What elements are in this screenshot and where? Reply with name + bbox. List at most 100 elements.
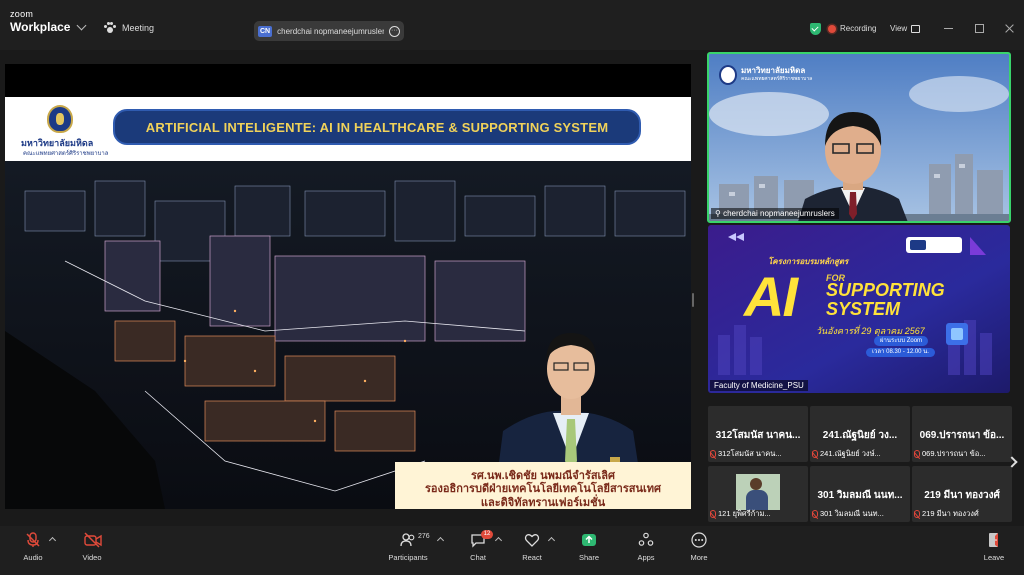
close-icon[interactable]	[1005, 24, 1014, 33]
active-speaker-name: cherdchai nopmaneejumruslers'	[277, 26, 384, 36]
mic-muted-icon	[914, 510, 920, 518]
participant-display-name: 301 วิมลมณี นนท...	[817, 490, 903, 501]
participant-name-label: Faculty of Medicine_PSU	[710, 380, 808, 391]
apps-icon	[638, 532, 654, 548]
chat-unread-badge: 12	[481, 530, 493, 539]
promo-ai-text: AI	[744, 265, 798, 328]
split-view-handle[interactable]	[692, 293, 694, 307]
more-label: More	[690, 553, 708, 562]
view-label: View	[890, 24, 908, 33]
mic-muted-icon	[812, 510, 818, 518]
chat-button[interactable]: Chat	[453, 532, 503, 562]
caption-position-cont: และดิจิทัลทรานเฟอร์เมชั่น	[480, 496, 606, 509]
slide-title: ARTIFICIAL INTELIGENTE: AI IN HEALTHCARE…	[113, 109, 641, 145]
participant-label: 301 วิมลมณี นนท...	[812, 508, 884, 520]
mic-muted-icon	[914, 450, 920, 458]
audio-label: Audio	[23, 553, 43, 562]
audio-button[interactable]: Audio	[8, 532, 58, 562]
participant-display-name: 069.ปรารถนา ข้อ...	[919, 430, 1005, 441]
record-dot-icon	[828, 24, 836, 33]
heart-react-icon	[524, 532, 540, 548]
caption-position: รองอธิการบดีฝ่ายเทคโนโลยีเทคโนโลยีสารสนเ…	[425, 483, 661, 496]
leave-button[interactable]: Leave	[969, 532, 1019, 562]
apps-label: Apps	[637, 553, 655, 562]
presenter-caption: รศ.นพ.เชิดชัย นพมณีจำรัสเลิศ รองอธิการบด…	[395, 462, 691, 509]
top-bar: zoom Workplace Meeting CN cherdchai nopm…	[0, 0, 1024, 50]
view-button[interactable]: View	[890, 24, 921, 33]
participant-tile[interactable]: 121 ยุพิศรีก้าม...	[708, 466, 808, 522]
participant-display-name: 312โสมนัส นาคน...	[715, 430, 801, 441]
mahidol-seal-icon	[47, 105, 73, 133]
participants-label: Participants	[388, 553, 428, 562]
more-options-icon[interactable]: ···	[389, 25, 400, 37]
promo-platform-pill: ผ่านระบบ Zoom	[874, 336, 929, 346]
promo-line2: SYSTEM	[826, 299, 901, 319]
meeting-toolbar: Audio Video Participants 276 Chat 12 Rea…	[0, 526, 1024, 575]
participant-label: 069.ปรารถนา ข้อ...	[914, 448, 985, 460]
participant-tile[interactable]: 241.ณัฐนิยย์ วง... 241.ณัฐนิยย์ วงษ์...	[810, 406, 910, 462]
caption-name: รศ.นพ.เชิดชัย นพมณีจำรัสเลิศ	[470, 470, 616, 483]
more-button[interactable]: More	[674, 532, 724, 562]
more-dots-icon	[691, 532, 707, 548]
leave-door-icon	[986, 532, 1002, 548]
video-button[interactable]: Video	[67, 532, 117, 562]
pin-icon: ⚲	[715, 209, 724, 218]
participant-tile[interactable]: 301 วิมลมณี นนท... 301 วิมลมณี นนท...	[810, 466, 910, 522]
participant-label: 312โสมนัส นาคน...	[710, 448, 782, 460]
participant-tile[interactable]: 312โสมนัส นาคน... 312โสมนัส นาคน...	[708, 406, 808, 462]
react-button[interactable]: React	[507, 532, 557, 562]
maximize-icon[interactable]	[975, 24, 984, 33]
promo-line1: SUPPORTING	[826, 280, 945, 300]
brand-small-text: zoom	[10, 9, 34, 19]
speaker-initials-badge: CN	[258, 25, 273, 37]
participants-count: 276	[418, 533, 430, 540]
participant-label: 121 ยุพิศรีก้าม...	[710, 508, 771, 520]
speaker-bg-logo-sub: คณะแพทยศาสตร์ศิริราชพยาบาล	[741, 76, 813, 82]
participant-display-name: 219 มีนา ทองวงศ์	[924, 490, 1000, 501]
participant-video-thumbnail	[736, 474, 780, 510]
paw-icon	[104, 22, 116, 33]
meeting-tab[interactable]: Meeting	[104, 22, 154, 33]
apps-button[interactable]: Apps	[621, 532, 671, 562]
chat-label: Chat	[470, 553, 486, 562]
video-off-icon	[84, 532, 102, 548]
minimize-icon[interactable]	[944, 24, 953, 29]
speaker-name-label: ⚲ cherdchai nopmaneejumruslers	[711, 208, 839, 219]
participant-label: 241.ณัฐนิยย์ วงษ์...	[812, 448, 881, 460]
share-screen-icon	[581, 532, 597, 548]
slide-header: มหาวิทยาลัยมหิดล คณะแพทยศาสตร์ศิริราชพยา…	[5, 97, 691, 161]
mic-muted-icon	[25, 532, 41, 548]
leave-label: Leave	[983, 553, 1005, 562]
faculty-name: คณะแพทยศาสตร์ศิริราชพยาบาล	[23, 151, 109, 157]
mic-muted-icon	[812, 450, 818, 458]
share-button[interactable]: Share	[564, 532, 614, 562]
recording-indicator[interactable]: Recording	[828, 24, 876, 33]
participant-label: 219 มีนา ทองวงศ์	[914, 508, 979, 520]
hospital-aerial-photo	[5, 161, 691, 509]
mic-muted-icon	[710, 510, 716, 518]
mic-muted-icon	[710, 450, 716, 458]
participants-options-caret-icon[interactable]	[436, 536, 445, 545]
participant-gallery: 312โสมนัส นาคน... 312โสมนัส นาคน... 241.…	[708, 406, 1012, 522]
meeting-label: Meeting	[122, 22, 155, 33]
participant-video-promo[interactable]: โครงการอบรมหลักสูตร AI FOR SUPPORTING SY…	[708, 225, 1010, 393]
share-label: Share	[578, 553, 599, 562]
presentation-slide: มหาวิทยาลัยมหิดล คณะแพทยศาสตร์ศิริราชพยา…	[5, 97, 691, 509]
security-shield-icon[interactable]	[810, 23, 821, 35]
zoom-workplace-logo[interactable]: zoom Workplace	[10, 9, 71, 34]
participant-tile[interactable]: 069.ปรารถนา ข้อ... 069.ปรารถนา ข้อ...	[912, 406, 1012, 462]
view-grid-icon	[911, 24, 921, 33]
university-seal-icon	[719, 65, 737, 85]
participants-icon	[400, 532, 416, 548]
chevron-down-icon[interactable]	[76, 20, 87, 31]
brand-main-text: Workplace	[10, 20, 71, 34]
participant-display-name: 241.ณัฐนิยย์ วง...	[822, 430, 898, 441]
active-speaker-video[interactable]: มหาวิทยาลัยมหิดล คณะแพทยศาสตร์ศิริราชพยา…	[707, 52, 1011, 223]
video-label: Video	[82, 553, 102, 562]
promo-time-pill: เวลา 08.30 - 12.00 น.	[866, 348, 935, 357]
recording-label: Recording	[840, 24, 877, 33]
active-speaker-pill[interactable]: CN cherdchai nopmaneejumruslers' ···	[254, 21, 404, 41]
shared-screen[interactable]: มหาวิทยาลัยมหิดล คณะแพทยศาสตร์ศิริราชพยา…	[5, 64, 691, 509]
react-label: React	[522, 553, 542, 562]
participant-tile[interactable]: 219 มีนา ทองวงศ์ 219 มีนา ทองวงศ์	[912, 466, 1012, 522]
